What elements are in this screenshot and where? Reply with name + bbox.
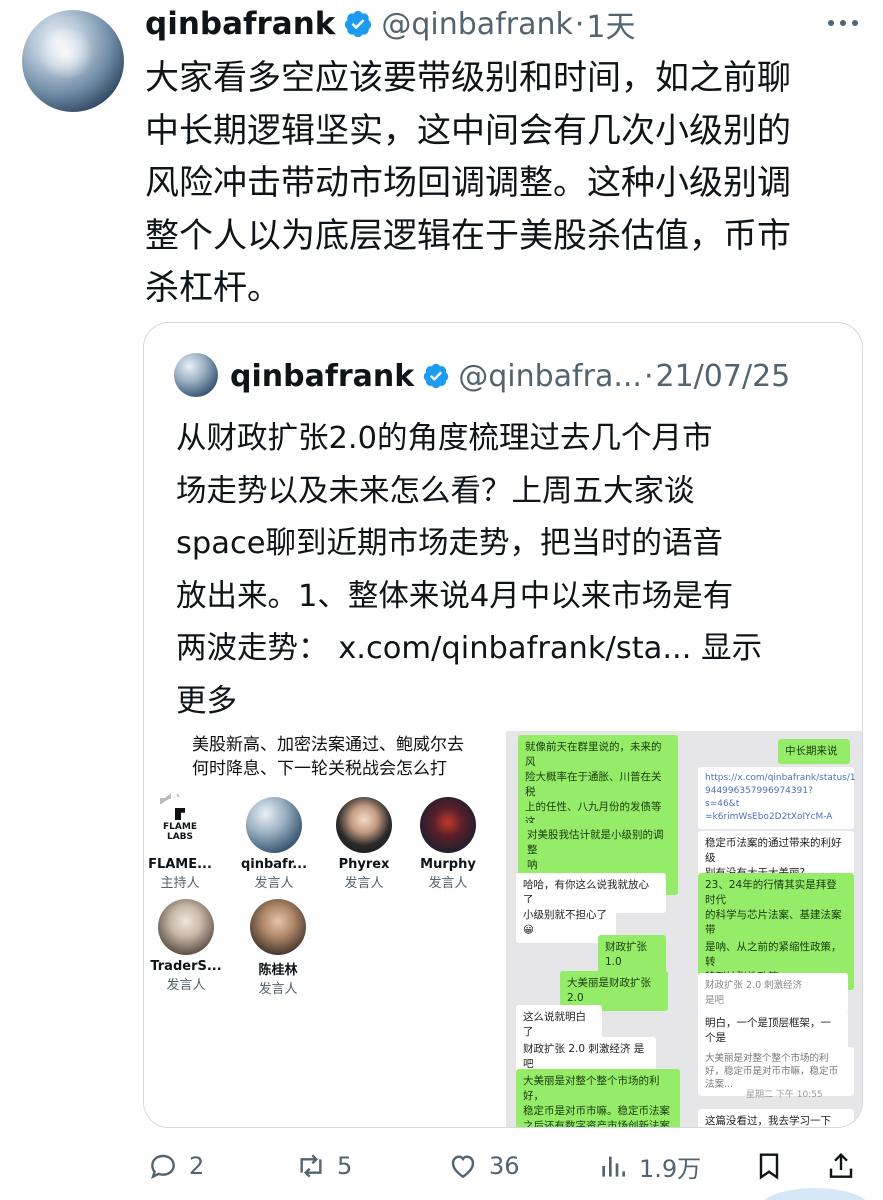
bookmark-icon: [759, 1153, 779, 1180]
verified-badge-icon: [423, 363, 449, 389]
speaker-avatar: [250, 899, 306, 955]
speaker-role: 发言人: [258, 982, 298, 997]
speaker-avatar: [420, 797, 476, 853]
views-icon: [602, 1156, 625, 1177]
speaker-avatar: [158, 899, 214, 955]
repost-count: 5: [337, 1152, 353, 1180]
repost-button[interactable]: 5: [295, 1146, 352, 1186]
tweet-text: 大家看多空应该要带级别和时间，如之前聊 中长期逻辑坚实，这中间会有几次小级别的 …: [145, 58, 791, 308]
reply-icon: [150, 1154, 175, 1180]
quoted-author-display-name[interactable]: qinbafrank: [230, 359, 414, 394]
quoted-tweet-card[interactable]: qinbafrank @qinbafra... · 21/07/25 从财政扩张…: [143, 322, 863, 1128]
quoted-tweet-header: qinbafrank @qinbafra... · 21/07/25: [230, 353, 790, 399]
flame-labs-logo: FLAME LABS: [152, 797, 208, 853]
separator-dot: ·: [643, 358, 654, 394]
chat-column-right: 中长期来说 https://x.com/qinbafrank/status/1 …: [692, 731, 858, 1127]
tweet-timestamp[interactable]: 1天: [586, 2, 635, 46]
tweet-header: qinbafrank @qinbafrank · 1天: [145, 2, 636, 46]
like-button[interactable]: 36: [447, 1146, 520, 1186]
bookmark-button[interactable]: [753, 1146, 785, 1186]
quoted-text-body: 从财政扩张2.0的角度梳理过去几个月市 场走势以及未来怎么看？上周五大家谈 sp…: [176, 421, 734, 666]
quoted-media[interactable]: 美股新高、加密法案通过、鲍威尔去 何时降息、下一轮关税战会怎么打 FLAME L…: [144, 731, 862, 1127]
speaker-name: TraderS...: [150, 959, 222, 974]
chat-timestamp: 星期二 下午 10:55: [746, 1090, 823, 1100]
repost-icon: [300, 1154, 322, 1178]
share-icon: [829, 1152, 853, 1178]
reply-button[interactable]: 2: [147, 1146, 204, 1186]
more-options-button[interactable]: [825, 8, 861, 38]
separator-dot: ·: [574, 6, 585, 42]
speaker-name: Phyrex: [338, 857, 390, 872]
chat-bubble: 对美股我估计就是小级别的调整 呐: [520, 823, 672, 878]
chat-bubble: 财政扩张1.0: [598, 935, 666, 975]
chat-link-bubble: https://x.com/qinbafrank/status/1 944996…: [698, 767, 856, 829]
quoted-tweet-date[interactable]: 21/07/25: [656, 359, 791, 394]
like-count: 36: [489, 1152, 520, 1180]
chat-column-left: 就像前天在群里说的，未来的风 险大概率在于通胀、川普在关税 上的任性、八九月份的…: [512, 731, 684, 1127]
speaker-chenguilin[interactable]: 陈桂林 发言人: [236, 899, 320, 997]
space-title: 美股新高、加密法案通过、鲍威尔去 何时降息、下一轮关税战会怎么打: [192, 735, 464, 779]
speaker-avatar: [336, 797, 392, 853]
speaker-traders[interactable]: TraderS... 发言人: [144, 899, 228, 993]
chat-bubble: 财政扩张 2.0 刺激经济 是吧: [698, 973, 848, 1013]
chat-bubble: 中长期来说: [778, 739, 850, 764]
verified-badge-icon: [345, 10, 372, 38]
speaker-name: qinbafr...: [240, 857, 308, 872]
speaker-name: Murphy: [420, 857, 476, 872]
quoted-author-handle[interactable]: @qinbafra...: [458, 359, 642, 394]
speaker-role: 主持人: [160, 876, 200, 891]
floating-compose-button[interactable]: [760, 1188, 870, 1200]
views-count: 1.9万: [639, 1154, 702, 1183]
author-handle[interactable]: @qinbafrank: [381, 7, 572, 42]
speaker-role: 发言人: [254, 876, 294, 891]
chat-screenshot-image[interactable]: 就像前天在群里说的，未来的风 险大概率在于通胀、川普在关税 上的任性、八九月份的…: [506, 731, 862, 1127]
author-avatar[interactable]: [22, 10, 124, 112]
speaker-name: 陈桂林: [258, 963, 298, 978]
share-button[interactable]: [825, 1146, 857, 1186]
speaker-name: FLAME...: [148, 857, 212, 872]
chat-bubble: 大美丽是对整个整个市场的利好， 稳定币是对币市嘛。稳定币法案 之后还有数字资产市…: [516, 1069, 680, 1127]
author-display-name[interactable]: qinbafrank: [145, 6, 335, 42]
speaker-avatar: [246, 797, 302, 853]
reply-count: 2: [189, 1152, 205, 1180]
like-icon: [451, 1155, 475, 1179]
speaker-role: 发言人: [428, 876, 468, 891]
speaker-phyrex[interactable]: Phyrex 发言人: [322, 797, 406, 891]
speaker-role: 发言人: [166, 978, 206, 993]
quoted-link[interactable]: x.com/qinbafrank/sta...: [338, 631, 691, 666]
quoted-author-avatar[interactable]: [174, 353, 218, 397]
quoted-tweet-text: 从财政扩张2.0的角度梳理过去几个月市 场走势以及未来怎么看？上周五大家谈 sp…: [176, 413, 836, 728]
speaker-qinbafrank[interactable]: qinbafr... 发言人: [232, 797, 316, 891]
speaker-flame-labs[interactable]: FLAME LABS FLAME... 主持人: [144, 797, 222, 891]
tweet-action-bar: 2 5 36 1.9万: [145, 1146, 865, 1186]
views-button[interactable]: 1.9万: [597, 1146, 701, 1186]
chat-bubble: 这篇没看过，我去学习一下: [698, 1109, 854, 1127]
space-card-image[interactable]: 美股新高、加密法案通过、鲍威尔去 何时降息、下一轮关税战会怎么打 FLAME L…: [144, 731, 504, 1127]
more-icon: [828, 20, 834, 26]
speaker-murphy[interactable]: Murphy 发言人: [406, 797, 490, 891]
speaker-role: 发言人: [344, 876, 384, 891]
